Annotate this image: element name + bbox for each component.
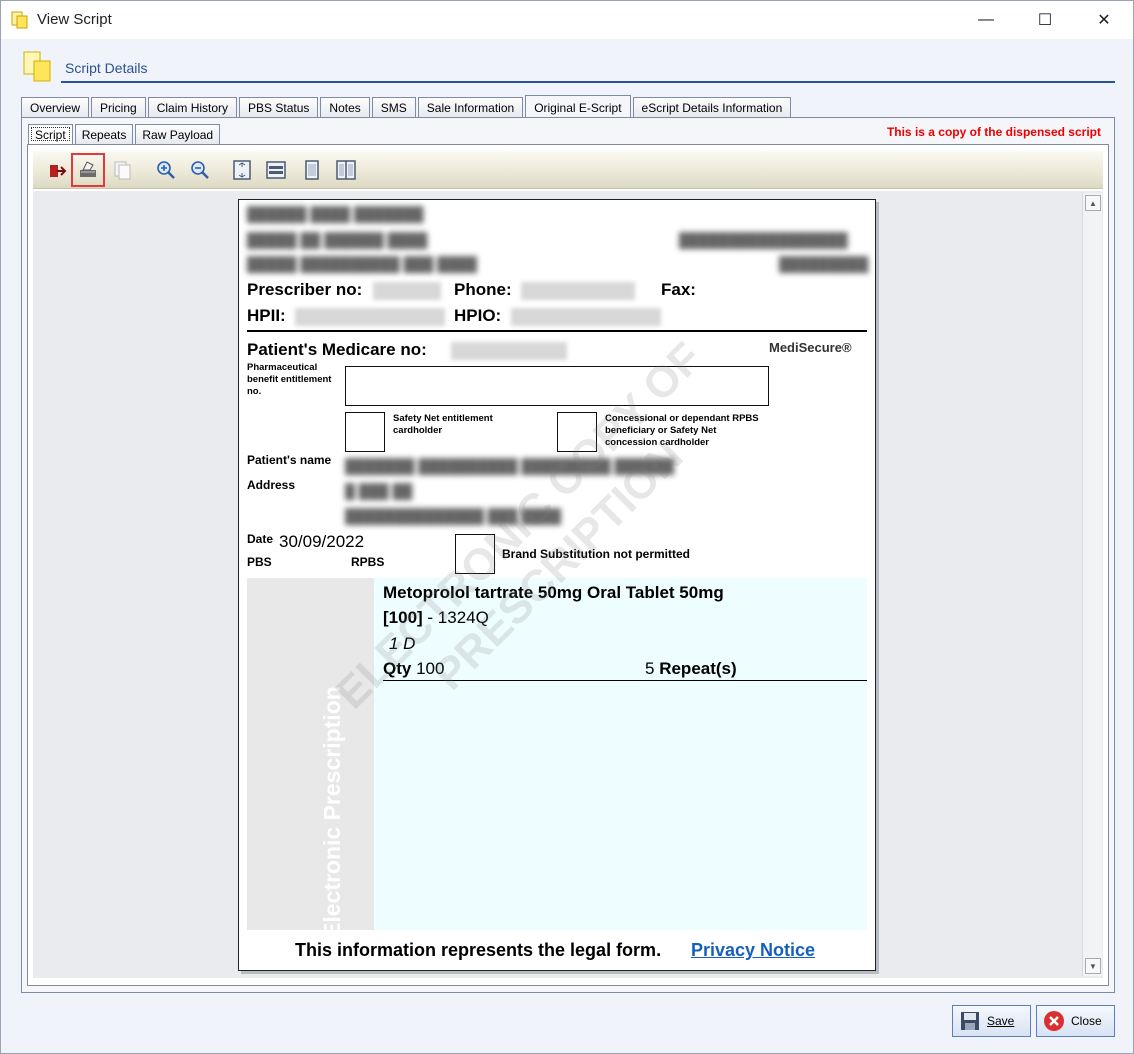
zoom-in-icon	[157, 161, 175, 179]
two-page-icon	[336, 160, 356, 180]
maximize-icon: ☐	[1037, 12, 1053, 29]
view-script-window: View Script — ☐ ✕ Script Details Overvie…	[0, 0, 1134, 1054]
prescriber-name-redacted: ██████ ████ ███████	[247, 206, 424, 222]
zoom-out-icon	[191, 161, 209, 179]
tab-notes[interactable]: Notes	[320, 97, 370, 118]
tab-pricing[interactable]: Pricing	[91, 97, 146, 118]
prescription-document: ██████ ████ ███████ █████ ██ ██████ ████…	[238, 199, 876, 971]
fit-page-button[interactable]	[229, 157, 255, 183]
hpii-label: HPII:	[247, 306, 286, 325]
close-button[interactable]: Close	[1036, 1005, 1115, 1037]
address-label: Address	[247, 478, 296, 492]
prescriber-address-redacted: █████ ██ ██████ ████	[247, 232, 428, 248]
vertical-scrollbar[interactable]: ▲ ▼	[1082, 193, 1102, 976]
tab-original-e-script[interactable]: Original E-Script	[525, 95, 631, 118]
patient-name-label: Patient's name	[247, 453, 332, 467]
two-page-button[interactable]	[333, 157, 359, 183]
subtab-raw-payload[interactable]: Raw Payload	[135, 124, 221, 144]
single-page-icon	[305, 160, 319, 180]
save-button[interactable]: Save	[952, 1005, 1031, 1037]
prescriber-extra-redacted: █████████	[779, 256, 869, 272]
section-divider	[61, 81, 1115, 83]
prescriber-suburb-redacted: █████ ██████████ ███ ████	[247, 256, 477, 272]
chevron-down-icon: ▼	[1089, 961, 1097, 971]
close-circle-icon	[1044, 1011, 1064, 1031]
copy-button[interactable]	[109, 157, 135, 183]
address-line1-redacted: █ ███ ██	[345, 483, 413, 499]
repeats-label: Repeat(s)	[659, 659, 737, 678]
minimize-icon: —	[978, 11, 994, 28]
zoom-in-button[interactable]	[153, 157, 179, 183]
safety-net-label: Safety Net entitlement cardholder	[393, 413, 493, 436]
script-app-icon	[11, 11, 28, 29]
pbs-label: PBS	[247, 555, 272, 569]
save-icon	[961, 1012, 979, 1030]
date-label: Date	[247, 532, 274, 546]
tab-sale-information[interactable]: Sale Information	[417, 97, 524, 118]
medicare-redacted	[451, 342, 567, 360]
hpii-redacted	[295, 308, 445, 326]
maximize-button[interactable]: ☐	[1016, 1, 1074, 39]
privacy-notice-link[interactable]: Privacy Notice	[691, 940, 815, 961]
close-icon: ✕	[1097, 12, 1111, 29]
tab-escript-details-information[interactable]: eScript Details Information	[632, 97, 792, 118]
export-icon	[50, 165, 67, 177]
subtab-repeats[interactable]: Repeats	[74, 124, 134, 144]
zoom-out-button[interactable]	[187, 157, 213, 183]
hpio-redacted	[511, 308, 661, 326]
pbe-label: Pharmaceutical benefit entitlement no.	[247, 362, 332, 397]
tab-claim-history[interactable]: Claim History	[147, 97, 238, 118]
phone-redacted	[521, 282, 635, 300]
fax-label: Fax:	[661, 280, 696, 299]
close-label: Close	[1071, 1014, 1102, 1028]
fit-width-icon	[266, 161, 286, 179]
tab-pbs-status[interactable]: PBS Status	[239, 97, 319, 118]
phone-label: Phone:	[454, 280, 512, 299]
single-page-button[interactable]	[299, 157, 325, 183]
fit-width-button[interactable]	[263, 157, 289, 183]
hpio-label: HPIO:	[454, 306, 502, 325]
subtab-script[interactable]: Script	[28, 124, 73, 144]
print-button[interactable]	[71, 153, 105, 187]
scroll-down-button[interactable]: ▼	[1085, 958, 1101, 974]
close-window-button[interactable]: ✕	[1075, 1, 1133, 39]
section-title: Script Details	[65, 60, 148, 76]
main-tabs: Overview Pricing Claim History PBS Statu…	[21, 95, 793, 118]
medicare-label: Patient's Medicare no:	[247, 340, 427, 359]
repeats-value: 5	[645, 659, 655, 678]
safety-net-checkbox	[345, 412, 385, 452]
fit-page-icon	[233, 160, 251, 180]
scroll-up-button[interactable]: ▲	[1085, 195, 1101, 211]
legal-form-notice: This information represents the legal fo…	[295, 940, 662, 960]
prescriber-no-redacted	[373, 282, 441, 300]
script-details-icon	[23, 51, 51, 82]
chevron-up-icon: ▲	[1089, 198, 1097, 208]
viewer-toolbar	[33, 151, 1103, 189]
rpbs-label: RPBS	[351, 555, 385, 569]
tab-sms[interactable]: SMS	[371, 97, 416, 118]
print-icon	[80, 161, 96, 177]
minimize-button[interactable]: —	[957, 1, 1015, 39]
title-bar: View Script — ☐ ✕	[1, 1, 1133, 39]
medisecure-logo: MediSecure®	[769, 340, 852, 355]
save-label: Save	[987, 1014, 1015, 1028]
export-button[interactable]	[43, 157, 69, 183]
date-value: 30/09/2022	[279, 532, 365, 551]
copy-icon	[114, 161, 131, 180]
tab-overview[interactable]: Overview	[21, 97, 90, 118]
header-rule	[247, 330, 867, 332]
copy-notice: This is a copy of the dispensed script	[886, 125, 1101, 139]
prescriber-no-label: Prescriber no:	[247, 280, 363, 299]
sub-tabs: Script Repeats Raw Payload	[28, 124, 222, 144]
window-title: View Script	[37, 11, 112, 28]
prescriber-id-redacted: █████████████████	[679, 232, 848, 248]
repeats-line: 5 Repeat(s)	[645, 659, 737, 679]
